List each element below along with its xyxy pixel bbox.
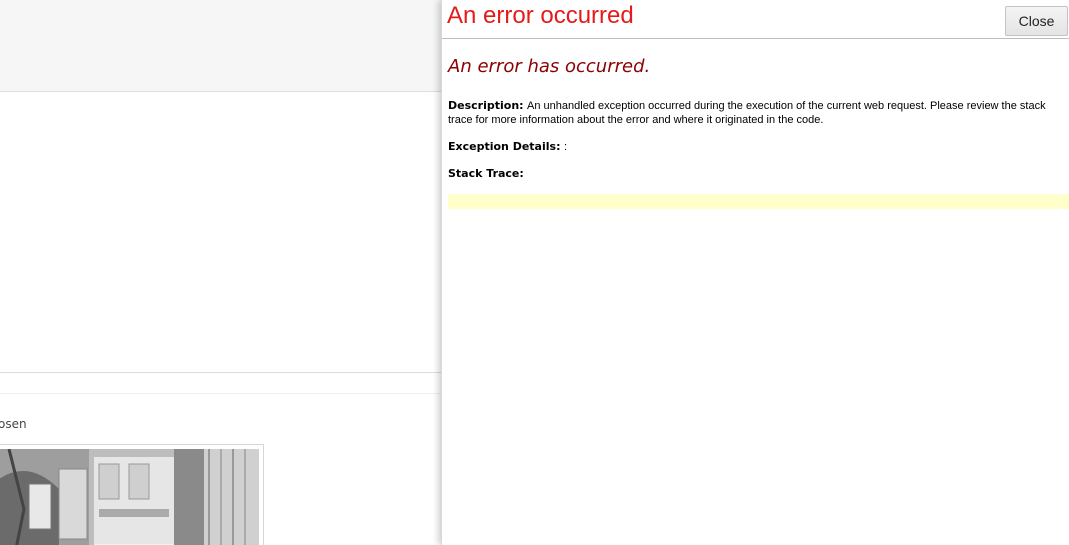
error-panel: An error occurred Close An error has occ… [441,0,1069,545]
background-page: osen [0,0,441,545]
stack-trace-box [448,194,1069,209]
error-description: Description: An unhandled exception occu… [448,99,1058,127]
background-divider [0,393,441,394]
exception-details-text: : [563,141,568,153]
description-label: Description: [448,99,524,112]
error-panel-body: An error has occurred. Description: An u… [448,56,1069,209]
error-panel-title: An error occurred [447,2,634,29]
stack-trace: Stack Trace: [448,167,524,181]
error-panel-header: An error occurred Close [442,0,1069,39]
background-photo [0,449,259,545]
close-button[interactable]: Close [1005,6,1068,36]
background-photo-frame[interactable] [0,444,264,545]
exception-details: Exception Details: : [448,140,567,154]
description-text: An unhandled exception occurred during t… [448,100,1046,126]
stack-trace-label: Stack Trace: [448,167,524,180]
exception-details-label: Exception Details: [448,140,561,153]
background-divider [0,372,441,373]
background-caption: osen [0,417,27,431]
page: osen An error occurred Close An error ha… [0,0,1069,545]
error-heading: An error has occurred. [448,56,651,77]
building-photo-illustration [0,449,259,545]
background-header [0,0,441,92]
